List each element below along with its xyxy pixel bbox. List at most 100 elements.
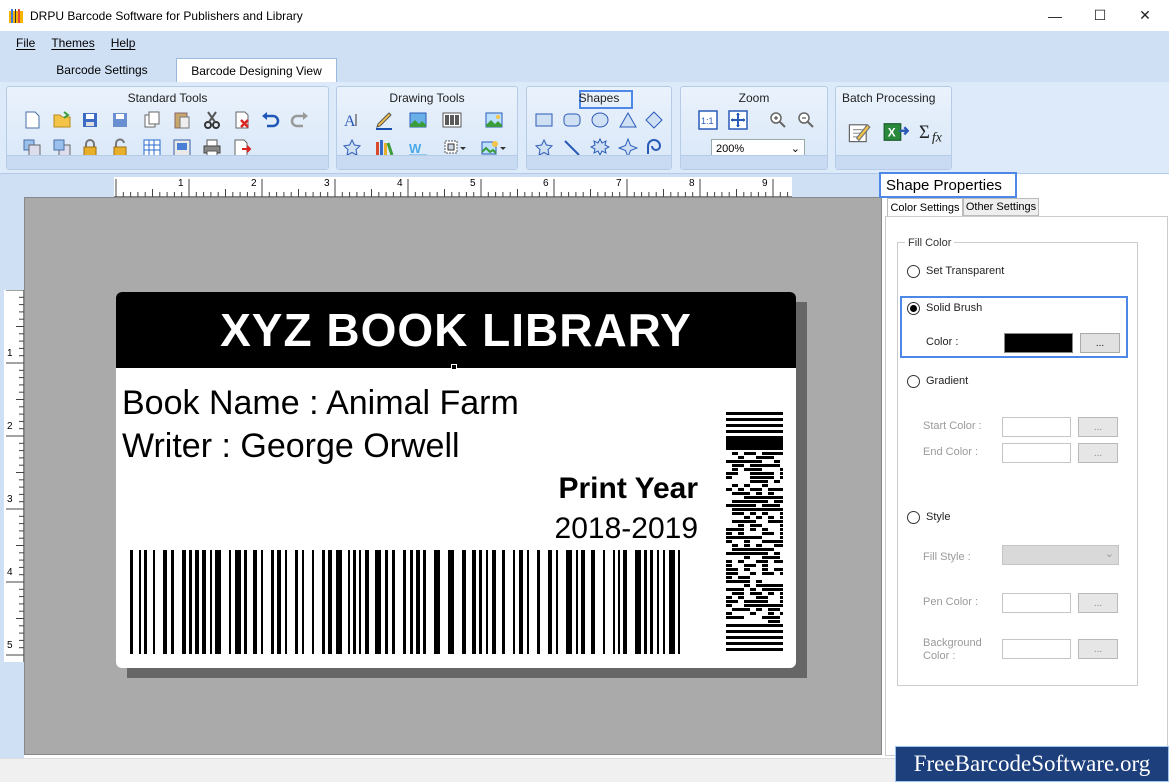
barcode-tool-icon[interactable] (441, 109, 463, 131)
delete-icon[interactable] (231, 109, 253, 131)
selection-handle[interactable] (451, 364, 457, 370)
set-transparent-radio[interactable] (907, 265, 920, 278)
pen-color-field[interactable] (1002, 593, 1071, 613)
minimize-button[interactable]: — (1032, 0, 1078, 31)
barcode-module (762, 464, 768, 467)
menu-help[interactable]: Help (111, 36, 136, 50)
new-icon[interactable] (21, 109, 43, 131)
undo-icon[interactable] (259, 109, 281, 131)
open-icon[interactable] (51, 109, 73, 131)
image-tool-icon[interactable] (407, 109, 429, 131)
barcode-bar (253, 550, 257, 654)
maximize-button[interactable]: ☐ (1077, 0, 1123, 31)
rectangle-shape-icon[interactable] (533, 109, 555, 131)
redo-icon[interactable] (289, 109, 311, 131)
barcode-module (750, 500, 756, 503)
barcode-module (780, 524, 783, 527)
design-canvas[interactable]: XYZ BOOK LIBRARY Book Name : Animal Farm… (24, 197, 882, 755)
style-label: Style (926, 511, 951, 523)
zoom-in-icon[interactable] (767, 109, 789, 131)
diamond-shape-icon[interactable] (643, 109, 665, 131)
tab-other-settings[interactable]: Other Settings (963, 198, 1039, 216)
save-as-icon[interactable] (109, 109, 131, 131)
fit-to-window-icon[interactable] (727, 109, 749, 131)
ellipse-shape-icon[interactable] (589, 109, 611, 131)
barcode-module (780, 512, 783, 515)
book-name-text[interactable]: Book Name : Animal Farm (122, 384, 519, 423)
barcode-bar (537, 550, 540, 654)
barcode-label[interactable]: XYZ BOOK LIBRARY Book Name : Animal Farm… (116, 292, 796, 668)
barcode-module (744, 520, 750, 523)
color-swatch[interactable] (1004, 333, 1073, 353)
horizontal-ruler: 1 2 3 4 5 6 7 8 9 (114, 177, 792, 197)
barcode-module (768, 464, 774, 467)
barcode-module (732, 472, 738, 475)
barcode-bar (556, 550, 558, 654)
svg-text:X: X (888, 126, 896, 140)
background-color-button[interactable]: ... (1078, 639, 1118, 659)
barcode-bar (302, 550, 304, 654)
barcode-bar (195, 550, 199, 654)
pen-color-button[interactable]: ... (1078, 593, 1118, 613)
barcode-module (750, 600, 756, 603)
text-tool-icon[interactable]: A (341, 109, 363, 131)
zoom-footer (681, 155, 827, 169)
barcode-module (780, 604, 783, 607)
barcode-bar (603, 550, 605, 654)
barcode-module (774, 560, 780, 563)
menu-themes[interactable]: Themes (51, 36, 94, 50)
linear-barcode[interactable] (128, 550, 684, 654)
barcode-module (726, 596, 732, 599)
excel-import-icon[interactable]: X (882, 119, 910, 145)
writer-text[interactable]: Writer : George Orwell (122, 427, 460, 466)
print-year-label[interactable]: Print Year (558, 472, 698, 506)
rounded-rectangle-shape-icon[interactable] (561, 109, 583, 131)
formula-icon[interactable]: Σfx (918, 119, 948, 145)
vertical-ruler-ticks (6, 289, 24, 656)
background-color-field[interactable] (1002, 639, 1071, 659)
triangle-shape-icon[interactable] (617, 109, 639, 131)
barcode-module (762, 572, 768, 575)
fill-style-select[interactable]: ⌄ (1002, 545, 1119, 565)
start-color-button[interactable]: ... (1078, 417, 1118, 437)
barcode-module (738, 616, 744, 619)
ruler-v-label: 3 (7, 494, 13, 505)
barcode-module (756, 456, 762, 459)
color-picker-button[interactable]: ... (1080, 333, 1120, 353)
actual-size-icon[interactable]: 1:1 (697, 109, 719, 131)
close-button[interactable]: ✕ (1122, 0, 1168, 31)
barcode-module (780, 528, 783, 531)
barcode-module (738, 528, 744, 531)
barcode-module (780, 496, 783, 499)
2d-barcode[interactable] (726, 412, 783, 654)
picture-tool-icon[interactable] (483, 109, 505, 131)
gradient-radio[interactable] (907, 375, 920, 388)
zoom-out-icon[interactable] (795, 109, 817, 131)
start-color-field[interactable] (1002, 417, 1071, 437)
label-header[interactable]: XYZ BOOK LIBRARY (116, 292, 796, 368)
pen-tool-icon[interactable] (373, 109, 395, 131)
tab-color-settings[interactable]: Color Settings (887, 198, 963, 216)
cut-icon[interactable] (201, 109, 223, 131)
barcode-module (744, 564, 750, 567)
paste-icon[interactable] (171, 109, 193, 131)
barcode-module (732, 548, 738, 551)
barcode-module (750, 452, 756, 455)
menu-file[interactable]: File (16, 36, 35, 50)
print-year-value[interactable]: 2018-2019 (555, 512, 698, 546)
copy-icon[interactable] (141, 109, 163, 131)
save-icon[interactable] (79, 109, 101, 131)
end-color-field[interactable] (1002, 443, 1071, 463)
barcode-module (726, 580, 732, 583)
end-color-button[interactable]: ... (1078, 443, 1118, 463)
barcode-module (768, 496, 774, 499)
barcode-module (768, 592, 774, 595)
barcode-module (780, 488, 783, 491)
batch-edit-icon[interactable] (846, 119, 872, 145)
tab-barcode-designing-view[interactable]: Barcode Designing View (176, 58, 337, 82)
tab-barcode-settings[interactable]: Barcode Settings (48, 58, 156, 82)
style-radio[interactable] (907, 511, 920, 524)
barcode-module (738, 608, 744, 611)
solid-brush-radio[interactable] (907, 302, 920, 315)
barcode-module (768, 556, 774, 559)
